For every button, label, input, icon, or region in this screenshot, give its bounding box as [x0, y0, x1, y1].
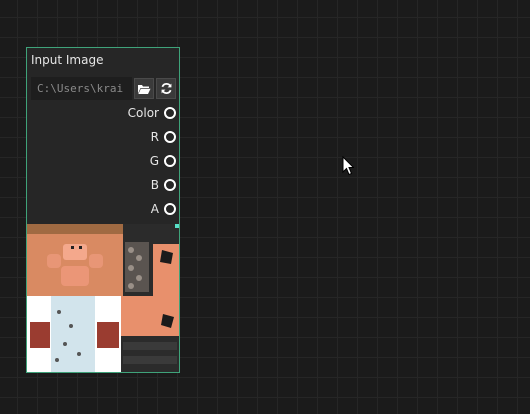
port-label: R — [150, 130, 159, 144]
mouse-cursor-icon — [342, 156, 354, 176]
reload-button[interactable] — [156, 78, 176, 99]
output-port-g[interactable]: G — [150, 154, 176, 168]
node-title: Input Image — [31, 53, 104, 67]
path-row: C:\Users\krai — [31, 77, 179, 100]
port-label: G — [149, 154, 159, 168]
input-image-node[interactable]: Input Image C:\Users\krai Color R G B A — [26, 47, 180, 373]
texture-preview-image — [27, 224, 179, 372]
port-socket[interactable] — [164, 131, 176, 143]
refresh-icon — [161, 83, 171, 94]
output-port-r[interactable]: R — [151, 130, 176, 144]
port-socket[interactable] — [164, 155, 176, 167]
output-port-color[interactable]: Color — [128, 106, 176, 120]
port-socket[interactable] — [164, 179, 176, 191]
port-socket[interactable] — [164, 203, 176, 215]
node-resize-handle[interactable] — [175, 224, 179, 228]
port-socket[interactable] — [164, 107, 176, 119]
folder-open-icon — [138, 84, 151, 94]
output-port-b[interactable]: B — [151, 178, 176, 192]
open-folder-button[interactable] — [134, 78, 154, 99]
port-label: A — [150, 202, 159, 216]
port-label: B — [150, 178, 159, 192]
file-path-input[interactable]: C:\Users\krai — [31, 77, 132, 100]
port-label: Color — [127, 106, 159, 120]
output-port-a[interactable]: A — [151, 202, 176, 216]
